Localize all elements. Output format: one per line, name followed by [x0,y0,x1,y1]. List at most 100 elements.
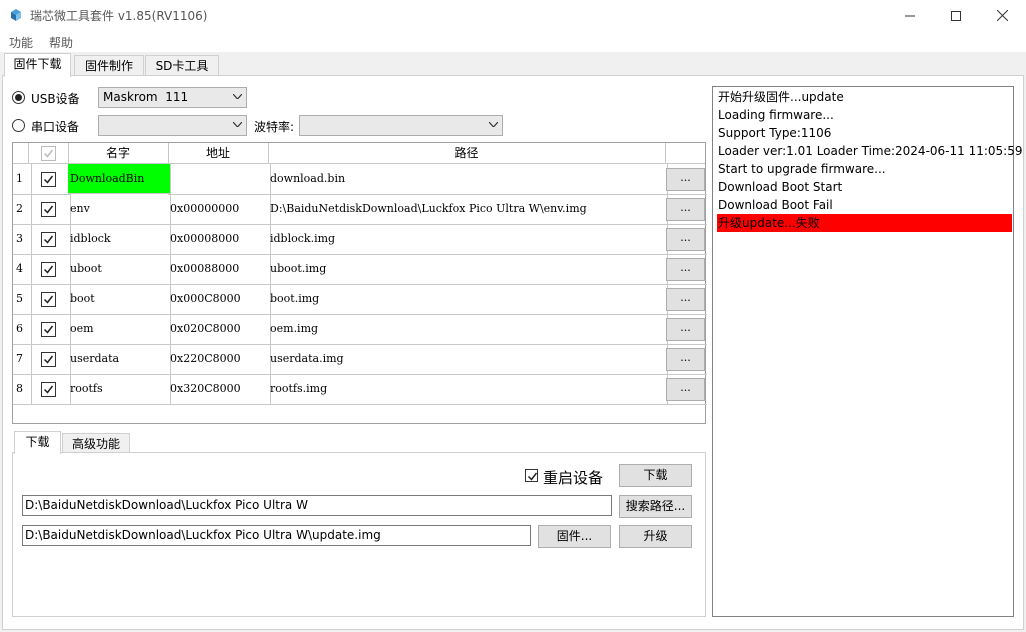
usb-label: USB设备 [31,92,80,106]
serial-radio[interactable] [12,119,25,132]
log-line: Support Type:1106 [718,126,832,140]
reboot-checkbox[interactable] [525,469,538,482]
row-checkbox[interactable] [41,352,56,367]
row-name[interactable]: rootfs [68,374,171,405]
row-check-cell[interactable] [28,254,71,285]
row-path[interactable]: idblock.img [268,224,668,255]
log-line: Start to upgrade firmware... [718,162,886,176]
row-path[interactable]: download.bin [268,164,668,195]
log-line: Loader ver:1.01 Loader Time:2024-06-11 1… [718,144,1023,158]
grid-header-name[interactable]: 名字 [68,143,169,164]
row-path[interactable]: uboot.img [268,254,668,285]
row-path[interactable]: userdata.img [268,344,668,375]
chevron-down-icon [233,94,242,99]
tab-firmware-make[interactable]: 固件制作 [74,55,144,77]
row-address[interactable] [168,164,271,195]
baud-label: 波特率: [254,120,295,134]
grid-header-check[interactable] [28,143,69,164]
minimize-button[interactable] [887,0,933,31]
row-name[interactable]: env [68,194,171,225]
log-line: Download Boot Fail [718,198,833,212]
row-browse-cell: ... [665,284,707,315]
row-browse-button[interactable]: ... [666,318,705,341]
row-path[interactable]: boot.img [268,284,668,315]
row-check-cell[interactable] [28,164,71,195]
grid-header-path[interactable]: 路径 [268,143,666,164]
serial-label: 串口设备 [31,120,80,134]
row-address[interactable]: 0x000C8000 [168,284,271,315]
row-browse-cell: ... [665,344,707,375]
log-line: Loading firmware... [718,108,834,122]
tab-firmware-download[interactable]: 固件下载 [4,53,71,77]
subtab-advanced[interactable]: 高级功能 [62,433,130,454]
close-button[interactable] [979,0,1025,31]
chevron-down-icon [233,122,242,127]
usb-device-value: Maskrom 111 [103,90,189,104]
row-path[interactable]: oem.img [268,314,668,345]
firmware-path-field[interactable]: D:\BaiduNetdiskDownload\Luckfox Pico Ult… [22,525,531,546]
menu-help[interactable]: 帮助 [49,34,73,51]
firmware-button[interactable]: 固件... [538,525,611,548]
reboot-label: 重启设备 [543,469,604,487]
subtab-download[interactable]: 下载 [14,431,61,454]
row-path[interactable]: rootfs.img [268,374,668,405]
row-name[interactable]: uboot [68,254,171,285]
log-panel[interactable]: 开始升级固件...update Loading firmware... Suppor… [712,86,1023,617]
download-button[interactable]: 下载 [619,464,692,487]
row-address[interactable]: 0x220C8000 [168,344,271,375]
row-checkbox[interactable] [41,172,56,187]
row-browse-cell: ... [665,194,707,225]
row-name[interactable]: DownloadBin [68,164,171,194]
usb-device-select[interactable]: Maskrom 111 [98,87,247,108]
row-checkbox[interactable] [41,322,56,337]
app-icon [9,8,23,22]
baud-select[interactable] [299,115,503,136]
row-browse-button[interactable]: ... [666,348,705,371]
row-name[interactable]: oem [68,314,171,345]
row-check-cell[interactable] [28,224,71,255]
row-checkbox[interactable] [41,292,56,307]
row-check-cell[interactable] [28,284,71,315]
serial-device-select[interactable] [98,115,247,136]
row-check-cell[interactable] [28,314,71,345]
row-browse-button[interactable]: ... [666,288,705,311]
row-address[interactable]: 0x00008000 [168,224,271,255]
row-browse-button[interactable]: ... [666,378,705,401]
usb-radio[interactable] [12,91,25,104]
search-path-field[interactable]: D:\BaiduNetdiskDownload\Luckfox Pico Ult… [22,495,612,516]
row-browse-cell: ... [665,224,707,255]
menu-function[interactable]: 功能 [9,34,33,51]
menu-bar: 功能 帮助 [0,31,1026,52]
row-check-cell[interactable] [28,344,71,375]
row-address[interactable]: 0x00000000 [168,194,271,225]
row-check-cell[interactable] [28,194,71,225]
row-check-cell[interactable] [28,374,71,405]
row-checkbox[interactable] [41,202,56,217]
search-path-button[interactable]: 搜索路径... [619,495,692,518]
row-name[interactable]: boot [68,284,171,315]
grid-header-address[interactable]: 地址 [168,143,269,164]
row-checkbox[interactable] [41,382,56,397]
row-checkbox[interactable] [41,232,56,247]
upgrade-button[interactable]: 升级 [619,525,692,548]
maximize-button[interactable] [933,0,979,31]
grid-header-browse [665,143,705,164]
firmware-grid: 名字 地址 路径 1 DownloadBin download.bin... 2 env… [12,142,707,424]
row-address[interactable]: 0x00088000 [168,254,271,285]
row-browse-button[interactable]: ... [666,228,705,251]
row-browse-cell: ... [665,164,707,195]
row-browse-button[interactable]: ... [666,198,705,221]
row-address[interactable]: 0x020C8000 [168,314,271,345]
row-checkbox[interactable] [41,262,56,277]
row-name[interactable]: idblock [68,224,171,255]
select-all-checkbox[interactable] [41,146,56,161]
row-address[interactable]: 0x320C8000 [168,374,271,405]
row-path[interactable]: D:\BaiduNetdiskDownload\Luckfox Pico Ult… [268,194,668,225]
row-browse-button[interactable]: ... [666,168,705,191]
row-browse-button[interactable]: ... [666,258,705,281]
log-line: Download Boot Start [718,180,843,194]
row-name[interactable]: userdata [68,344,171,375]
row-browse-cell: ... [665,374,707,405]
title-bar: 瑞芯微工具套件 v1.85(RV1106) [0,0,1026,31]
tab-sd-tool[interactable]: SD卡工具 [145,55,219,77]
